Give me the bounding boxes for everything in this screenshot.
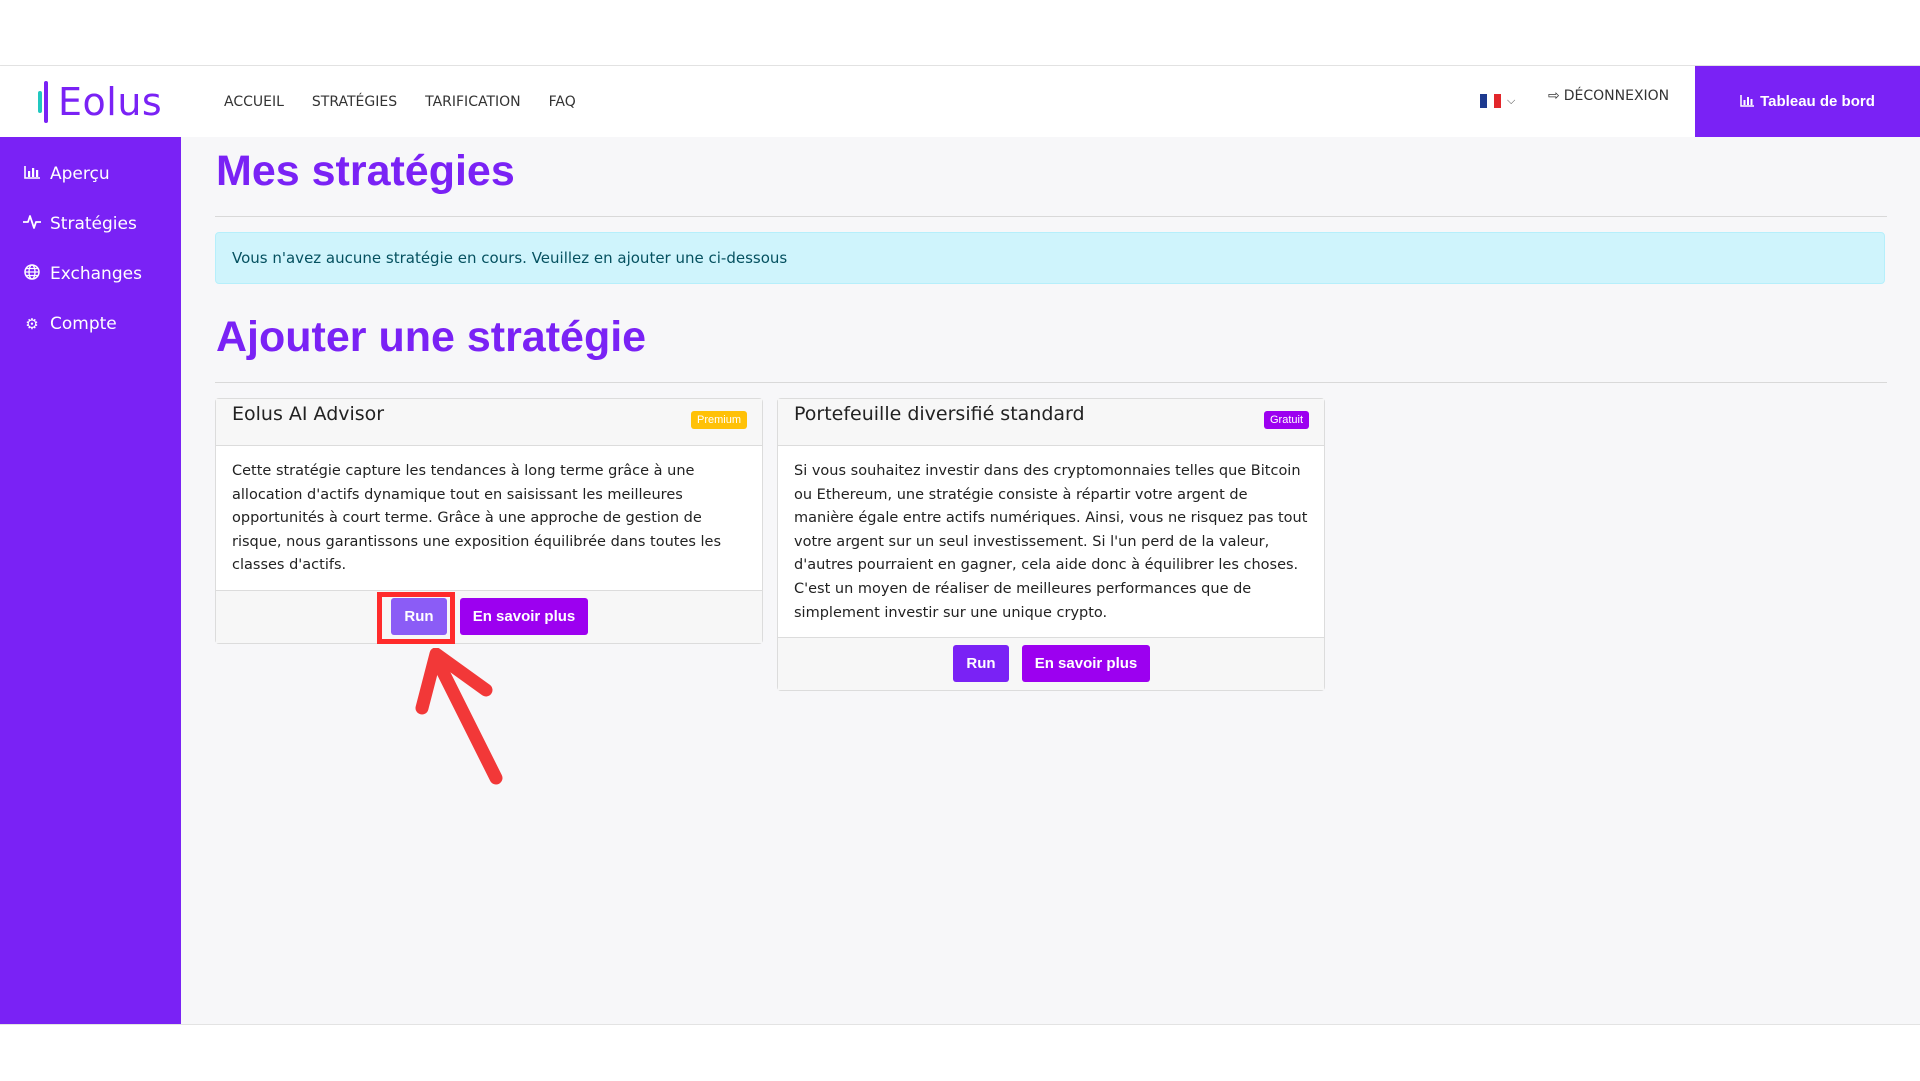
screenshot-bottom-margin bbox=[0, 1024, 1920, 1081]
card-footer: Run En savoir plus bbox=[216, 590, 762, 643]
france-flag-icon bbox=[1480, 94, 1501, 108]
learn-more-button[interactable]: En savoir plus bbox=[460, 598, 588, 635]
nav-strategies[interactable]: STRATÉGIES bbox=[312, 94, 397, 110]
card-description: Cette stratégie capture les tendances à … bbox=[232, 463, 722, 574]
sign-out-icon: ⇨ bbox=[1548, 88, 1560, 104]
main-nav: ACCUEIL STRATÉGIES TARIFICATION FAQ bbox=[224, 66, 604, 137]
dashboard-label: Tableau de bord bbox=[1760, 93, 1875, 110]
chevron-down-icon: ⌵ bbox=[1507, 94, 1516, 107]
card-header: Portefeuille diversifié standard Gratuit bbox=[778, 399, 1324, 446]
gear-icon: ⚙ bbox=[25, 315, 39, 333]
logo-text: Eolus bbox=[58, 80, 163, 124]
card-header: Eolus AI Advisor Premium bbox=[216, 399, 762, 446]
title-divider bbox=[215, 216, 1887, 217]
page-title: Mes stratégies bbox=[216, 147, 515, 195]
premium-badge: Premium bbox=[690, 411, 747, 429]
sidebar-item-apercu[interactable]: Aperçu bbox=[22, 164, 110, 184]
info-alert: Vous n'avez aucune stratégie en cours. V… bbox=[215, 232, 1885, 284]
learn-more-button[interactable]: En savoir plus bbox=[1022, 645, 1150, 682]
sidebar-item-label: Aperçu bbox=[50, 164, 110, 184]
sidebar-item-strategies[interactable]: Stratégies bbox=[22, 214, 137, 234]
strategy-card-eolus-ai: Eolus AI Advisor Premium Cette stratégie… bbox=[215, 398, 763, 644]
chart-bar-icon bbox=[22, 165, 42, 183]
nav-tarification[interactable]: TARIFICATION bbox=[425, 94, 521, 110]
card-title: Eolus AI Advisor bbox=[232, 403, 385, 425]
run-button[interactable]: Run bbox=[953, 645, 1009, 682]
free-badge: Gratuit bbox=[1263, 411, 1309, 429]
top-navbar: Eolus ACCUEIL STRATÉGIES TARIFICATION FA… bbox=[0, 66, 1920, 137]
nav-faq[interactable]: FAQ bbox=[549, 94, 576, 110]
pulse-icon bbox=[22, 215, 42, 233]
section-divider bbox=[215, 382, 1887, 383]
sidebar: Aperçu Stratégies Exchanges ⚙ Compte bbox=[0, 137, 181, 1024]
eolus-logo[interactable]: Eolus bbox=[38, 78, 162, 126]
add-strategy-title: Ajouter une stratégie bbox=[216, 313, 647, 361]
logout-label: DÉCONNEXION bbox=[1563, 88, 1670, 104]
strategy-card-portefeuille: Portefeuille diversifié standard Gratuit… bbox=[777, 398, 1325, 691]
language-selector[interactable]: ⌵ bbox=[1480, 90, 1515, 112]
sidebar-item-label: Compte bbox=[50, 314, 117, 334]
highlight-box bbox=[377, 592, 455, 644]
sidebar-item-exchanges[interactable]: Exchanges bbox=[22, 264, 142, 284]
screenshot-top-margin bbox=[0, 0, 1920, 66]
chart-bar-icon bbox=[1740, 94, 1755, 110]
logout-link[interactable]: ⇨ DÉCONNEXION bbox=[1548, 88, 1669, 104]
card-description: Si vous souhaitez investir dans des cryp… bbox=[794, 463, 1308, 621]
card-title: Portefeuille diversifié standard bbox=[794, 403, 1085, 425]
sidebar-item-label: Stratégies bbox=[50, 214, 137, 234]
logo-mark-icon bbox=[38, 81, 52, 123]
nav-accueil[interactable]: ACCUEIL bbox=[224, 94, 284, 110]
main-content: Mes stratégies Vous n'avez aucune straté… bbox=[181, 137, 1920, 1024]
globe-icon bbox=[22, 264, 42, 284]
sidebar-item-label: Exchanges bbox=[50, 264, 142, 284]
dashboard-button[interactable]: Tableau de bord bbox=[1695, 66, 1920, 137]
pointer-arrow-icon bbox=[415, 648, 503, 785]
sidebar-item-compte[interactable]: ⚙ Compte bbox=[22, 314, 117, 334]
card-footer: Run En savoir plus bbox=[778, 637, 1324, 690]
